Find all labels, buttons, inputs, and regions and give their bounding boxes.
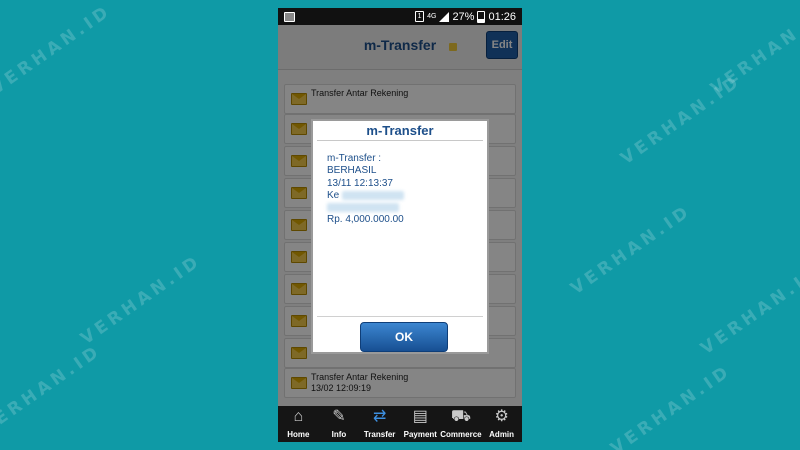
watermark: VERHAN.ID	[617, 70, 746, 170]
dialog-message: m-Transfer : BERHASIL 13/11 12:13:37 Ke …	[327, 153, 479, 227]
admin-icon: ⚙	[494, 408, 509, 425]
nav-commerce[interactable]: ⛟ Commerce	[440, 406, 481, 442]
cart-icon: ⛟	[450, 408, 472, 425]
watermark: VERHAN.ID	[697, 260, 800, 360]
divider	[317, 140, 483, 141]
nav-home[interactable]: ⌂ Home	[281, 406, 315, 442]
payment-icon: ▤	[412, 408, 428, 425]
transfer-icon: ⇄	[372, 408, 387, 425]
ok-button[interactable]: OK	[360, 322, 448, 352]
nav-info[interactable]: ✎ Info	[322, 406, 356, 442]
watermark: VERHAN.ID	[707, 0, 800, 100]
status-bar: 1 4G 27% 01:26	[278, 8, 522, 25]
watermark: VERHAN.ID	[0, 340, 106, 440]
watermark: VERHAN.ID	[77, 250, 206, 350]
recipient-name-line	[327, 202, 479, 214]
sim-icon: 1	[415, 11, 425, 22]
redacted-account-number	[342, 190, 405, 200]
gallery-notification-icon	[284, 11, 295, 22]
timestamp: 13/11 12:13:37	[327, 177, 393, 189]
status-time: 01:26	[488, 10, 516, 23]
home-icon: ⌂	[293, 408, 304, 425]
watermark: VERHAN.ID	[0, 0, 116, 100]
recipient-prefix: Ke	[327, 189, 340, 201]
nav-label: Info	[331, 430, 347, 439]
nav-payment[interactable]: ▤ Payment	[403, 406, 437, 442]
nav-label: Payment	[403, 430, 437, 439]
status-text: BERHASIL	[327, 165, 377, 177]
watermark: VERHAN.ID	[567, 200, 696, 300]
nav-label: Admin	[489, 430, 515, 439]
redacted-recipient-name	[327, 203, 399, 213]
nav-admin[interactable]: ⚙ Admin	[485, 406, 519, 442]
battery-percent: 27%	[452, 10, 475, 23]
amount: Rp. 4,000.000.00	[327, 214, 404, 226]
nav-transfer[interactable]: ⇄ Transfer	[363, 406, 397, 442]
signal-icon	[439, 11, 450, 22]
message-line: m-Transfer :	[327, 153, 382, 164]
battery-icon	[477, 10, 486, 23]
watermark: VERHAN.ID	[607, 360, 736, 450]
recipient-line: Ke	[327, 190, 479, 202]
nav-label: Transfer	[363, 430, 396, 439]
info-icon: ✎	[332, 408, 346, 425]
dialog-title: m-Transfer	[366, 123, 434, 138]
network-type-label: 4G	[427, 13, 437, 20]
nav-label: Home	[287, 430, 310, 439]
nav-label: Commerce	[440, 430, 482, 439]
bottom-nav: ⌂ Home ✎ Info ⇄ Transfer ▤ Payment ⛟ Com…	[278, 406, 522, 442]
transfer-result-dialog: m-Transfer m-Transfer : BERHASIL 13/11 1…	[311, 119, 489, 354]
divider	[317, 316, 483, 317]
